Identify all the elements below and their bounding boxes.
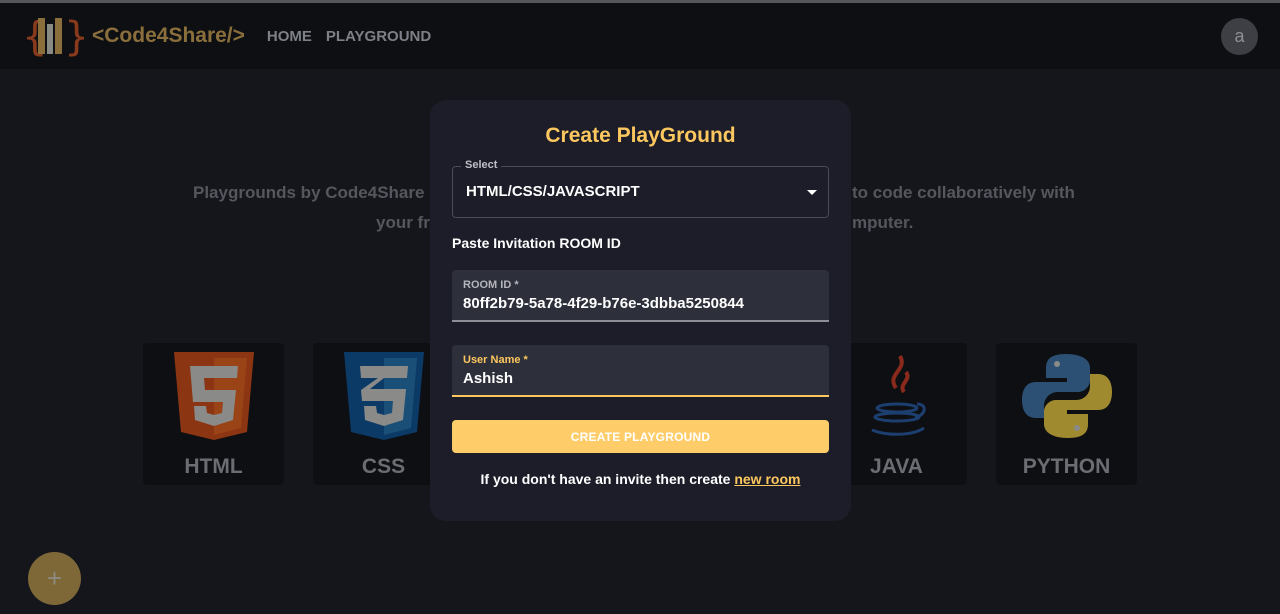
paste-label: Paste Invitation ROOM ID [452, 235, 621, 251]
nav-home[interactable]: HOME [267, 28, 312, 45]
room-id-field[interactable]: ROOM ID * 80ff2b79-5a78-4f29-b76e-3dbba5… [452, 270, 829, 322]
logo[interactable]: { } <Code4Share/> [22, 14, 245, 58]
caret-down-icon [807, 190, 817, 195]
books-logo-icon: { } [22, 14, 84, 58]
create-playground-modal: Create PlayGround Select HTML/CSS/JAVASC… [430, 100, 851, 521]
user-name-value: Ashish [463, 370, 514, 387]
brand-name: <Code4Share/> [92, 24, 245, 47]
room-id-label: ROOM ID * [463, 279, 519, 291]
intro-text: Playgrounds by Code4Share [193, 183, 425, 202]
intro-text: mputer. [852, 213, 914, 232]
select-label: Select [461, 159, 502, 171]
user-name-label: User Name * [463, 354, 528, 366]
room-id-value: 80ff2b79-5a78-4f29-b76e-3dbba5250844 [463, 295, 744, 312]
intro-text: to code collaboratively with [852, 183, 1075, 202]
java-icon [870, 355, 926, 436]
footer-prefix: If you don't have an invite then create [480, 471, 735, 487]
nav-playground[interactable]: PLAYGROUND [326, 28, 431, 45]
card-label: PYTHON [1022, 455, 1111, 478]
css3-icon [343, 352, 424, 440]
card-html[interactable]: HTML [143, 343, 284, 485]
card-label: JAVA [870, 455, 923, 478]
user-name-field[interactable]: User Name * Ashish [452, 345, 829, 397]
add-button[interactable]: + [28, 552, 81, 605]
python-icon [1021, 354, 1112, 438]
html5-icon [173, 352, 254, 440]
card-label: HTML [184, 455, 243, 478]
language-select[interactable]: Select HTML/CSS/JAVASCRIPT [452, 159, 829, 218]
avatar[interactable]: a [1221, 18, 1258, 55]
plus-icon: + [46, 563, 63, 593]
new-room-link[interactable]: new room [734, 471, 800, 487]
card-python[interactable]: PYTHON [996, 343, 1137, 485]
svg-text:}: } [64, 14, 84, 58]
modal-title: Create PlayGround [545, 124, 736, 147]
select-value: HTML/CSS/JAVASCRIPT [466, 183, 640, 200]
header: { } <Code4Share/> HOME PLAYGROUND a [0, 3, 1280, 69]
create-playground-button[interactable]: CREATE PLAYGROUND [452, 420, 829, 453]
card-label: CSS [361, 455, 406, 478]
intro-text: your fr [376, 213, 430, 232]
footer-text: If you don't have an invite then create … [430, 471, 851, 487]
